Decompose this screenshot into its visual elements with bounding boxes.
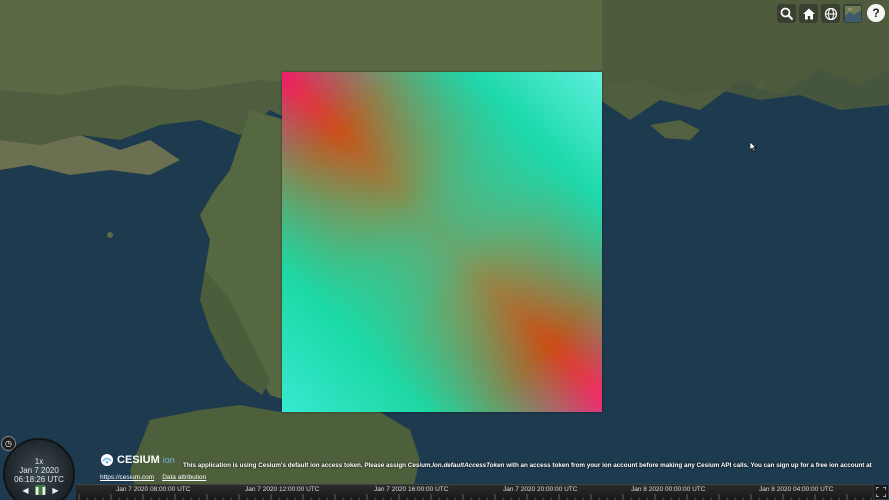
- viewer-toolbar: ?: [777, 4, 885, 23]
- animation-speed: 1x: [34, 457, 44, 466]
- navigation-help-button[interactable]: ?: [867, 4, 885, 22]
- rewind-button[interactable]: ◀: [20, 485, 31, 495]
- data-attribution-link[interactable]: Data attribution: [162, 474, 206, 481]
- timeline-label: Jan 8 2020 04:00:00 UTC: [759, 486, 834, 493]
- timeline-ticks: [78, 494, 872, 500]
- ion-token-warning: This application is using Cesium's defau…: [183, 462, 872, 469]
- timeline-label: Jan 7 2020 08:00:00 UTC: [116, 486, 191, 493]
- timeline-label: Jan 7 2020 12:00:00 UTC: [245, 486, 320, 493]
- mouse-cursor-icon: [750, 142, 757, 152]
- pause-button[interactable]: ❚❚: [34, 485, 47, 495]
- layer-picker-icon: [844, 5, 861, 22]
- cesium-site-link[interactable]: https://cesium.com: [100, 474, 154, 481]
- cesium-logo-suffix: ion: [162, 455, 175, 465]
- home-button[interactable]: [799, 4, 818, 23]
- home-icon: [802, 8, 815, 19]
- help-icon: ?: [872, 6, 880, 20]
- credit-links: https://cesium.com Data attribution: [100, 474, 206, 481]
- globe-icon: [824, 7, 837, 20]
- animation-widget[interactable]: 1x Jan 7 2020 06:18:26 UTC ◀ ❚❚ ▶: [3, 438, 75, 500]
- scene-mode-button[interactable]: [821, 4, 840, 23]
- fullscreen-button[interactable]: [874, 485, 888, 499]
- timeline-bar[interactable]: Jan 7 2020 08:00:00 UTC Jan 7 2020 12:00…: [76, 484, 873, 500]
- search-icon: [780, 7, 793, 20]
- token-message-text-end: with an access token from your ion accou…: [504, 462, 872, 469]
- timeline-label: Jan 7 2020 16:00:00 UTC: [374, 486, 449, 493]
- cesium-ion-logo[interactable]: CESIUM ion: [100, 453, 175, 467]
- timeline-label: Jan 7 2020 20:00:00 UTC: [503, 486, 578, 493]
- timeline-label: Jan 8 2020 00:00:00 UTC: [631, 486, 706, 493]
- geocoder-search-button[interactable]: [777, 4, 796, 23]
- animation-date: Jan 7 2020: [19, 466, 59, 475]
- gradient-layer: [282, 72, 602, 412]
- gradient-rectangle-primitive[interactable]: [282, 72, 602, 412]
- animation-time: 06:18:26 UTC: [14, 475, 64, 484]
- animation-controls: ◀ ❚❚ ▶: [20, 485, 61, 495]
- play-button[interactable]: ▶: [50, 485, 61, 495]
- token-message-text: This application is using Cesium's defau…: [183, 462, 408, 469]
- fullscreen-icon: [876, 487, 886, 497]
- base-layer-picker-button[interactable]: [843, 4, 862, 23]
- cesium-logo-text: CESIUM: [117, 454, 160, 466]
- credit-container: CESIUM ion https://cesium.com Data attri…: [100, 453, 206, 481]
- cesium-logo-icon: [101, 454, 113, 466]
- token-message-code: Cesium.Ion.defaultAccessToken: [407, 462, 505, 469]
- cesium-viewer[interactable]: ? ◷ 1x Jan 7 2020 06:18:26 UTC ◀ ❚❚ ▶ CE…: [0, 0, 889, 500]
